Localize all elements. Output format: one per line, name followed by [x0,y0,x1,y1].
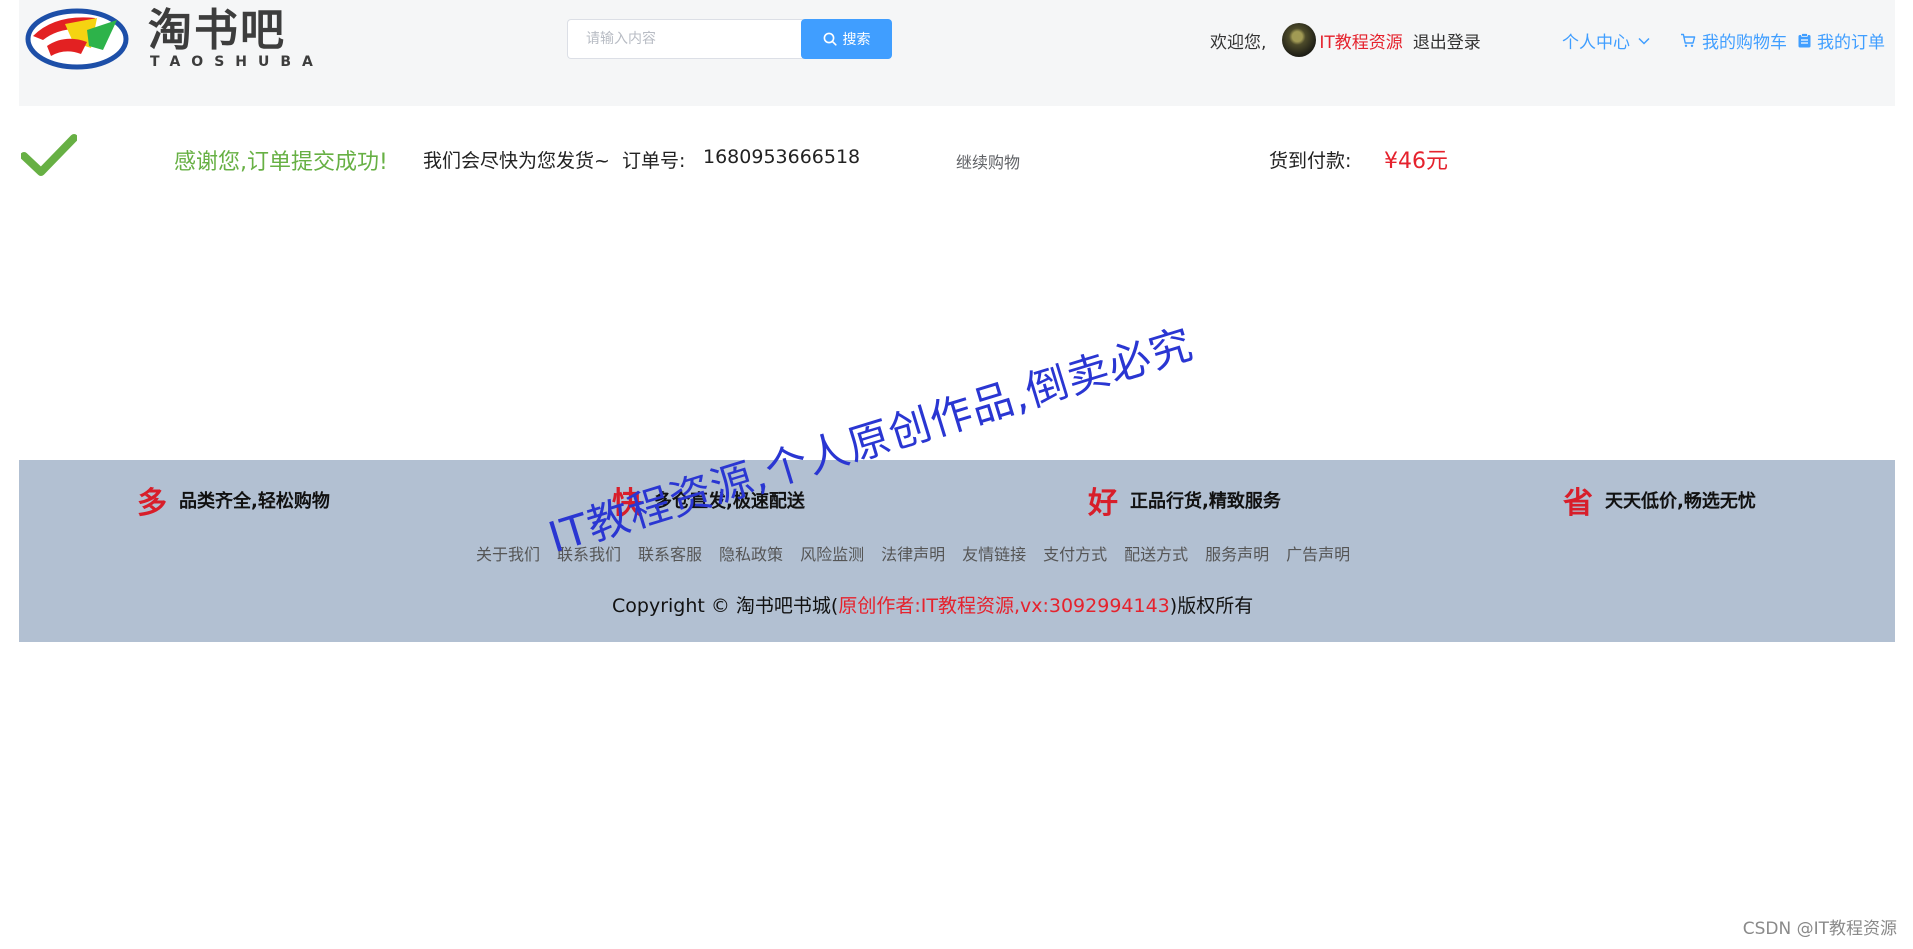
feature-badge: 多 [137,486,167,521]
feature-badge: 省 [1563,486,1593,521]
copyright-prefix: Copyright © 淘书吧书城( [612,595,839,617]
feature-badge: 好 [1088,486,1118,521]
success-message: 我们会尽快为您发货~ [423,150,610,172]
footer-link-privacy[interactable]: 隐私政策 [719,541,783,565]
footer-link-contact[interactable]: 联系我们 [557,541,621,565]
search-button-label: 搜索 [842,32,871,48]
feature-item: 好 正品行货,精致服务 [1088,480,1281,521]
my-orders-label: 我的订单 [1817,33,1885,53]
logo-text-cn: 淘书吧 [148,5,286,56]
username-link[interactable]: IT教程资源 [1319,28,1402,53]
copyright: Copyright © 淘书吧书城(原创作者:IT教程资源,vx:3092994… [612,591,1253,618]
copyright-suffix: )版权所有 [1169,595,1254,617]
welcome-area: 欢迎您, IT教程资源 退出登录 [1210,22,1481,58]
footer-link-support[interactable]: 联系客服 [638,541,702,565]
logout-link[interactable]: 退出登录 [1413,28,1481,53]
feature-item: 快 多仓直发,极速配送 [612,480,805,521]
shopping-cart-icon [1681,33,1696,47]
order-number-label: 订单号: [622,150,686,172]
site-logo[interactable]: 淘书吧 TAOSHUBA [25,4,345,72]
order-success-section: 感谢您,订单提交成功! 我们会尽快为您发货~ 订单号: 168095366651… [19,130,1895,190]
my-orders-link[interactable]: 我的订单 [1798,28,1885,53]
footer-link-legal[interactable]: 法律声明 [881,541,945,565]
user-center-label: 个人中心 [1562,33,1630,53]
checkmark-icon [21,134,77,176]
cart-label: 我的购物车 [1702,33,1787,53]
feature-item: 多 品类齐全,轻松购物 [137,480,330,521]
site-footer: 多 品类齐全,轻松购物 快 多仓直发,极速配送 好 正品行货,精致服务 省 天天… [19,460,1895,642]
top-header: 淘书吧 TAOSHUBA 搜索 欢迎您, IT教程资源 退出登录 个人中心 我的… [19,0,1895,106]
footer-link-ads[interactable]: 广告声明 [1286,541,1350,565]
feature-text: 天天低价,畅选无忧 [1605,491,1756,512]
footer-link-friends[interactable]: 友情链接 [962,541,1026,565]
payment-method-label: 货到付款: [1269,150,1352,172]
avatar[interactable] [1282,23,1317,57]
user-center-dropdown[interactable]: 个人中心 [1562,28,1650,53]
cart-link[interactable]: 我的购物车 [1680,28,1787,53]
csdn-watermark: CSDN @IT教程资源 [1742,919,1897,939]
search-button[interactable]: 搜索 [801,19,892,59]
footer-links: 关于我们 联系我们 联系客服 隐私政策 风险监测 法律声明 友情链接 支付方式 … [476,541,1350,565]
copyright-author: 原创作者:IT教程资源,vx:3092994143 [838,595,1170,617]
feature-text: 品类齐全,轻松购物 [179,491,330,512]
footer-link-payment[interactable]: 支付方式 [1043,541,1107,565]
search-bar: 搜索 [567,19,892,59]
search-input[interactable] [567,19,803,59]
order-number: 1680953666518 [703,146,861,168]
logo-mark-icon [25,8,129,70]
chevron-down-icon [1638,37,1650,45]
feature-text: 多仓直发,极速配送 [654,491,805,512]
clipboard-icon [1798,33,1811,48]
logo-text-en: TAOSHUBA [150,54,324,70]
feature-item: 省 天天低价,畅选无忧 [1563,480,1756,521]
search-icon [823,32,837,46]
feature-text: 正品行货,精致服务 [1130,491,1281,512]
footer-link-service[interactable]: 服务声明 [1205,541,1269,565]
footer-link-delivery[interactable]: 配送方式 [1124,541,1188,565]
continue-shopping-button[interactable]: 继续购物 [956,149,1020,173]
welcome-text: 欢迎您, [1210,32,1267,53]
order-total-price: ¥46元 [1384,149,1448,174]
footer-link-risk[interactable]: 风险监测 [800,541,864,565]
footer-link-about[interactable]: 关于我们 [476,541,540,565]
feature-badge: 快 [612,486,642,521]
success-thanks-text: 感谢您,订单提交成功! [174,150,388,175]
